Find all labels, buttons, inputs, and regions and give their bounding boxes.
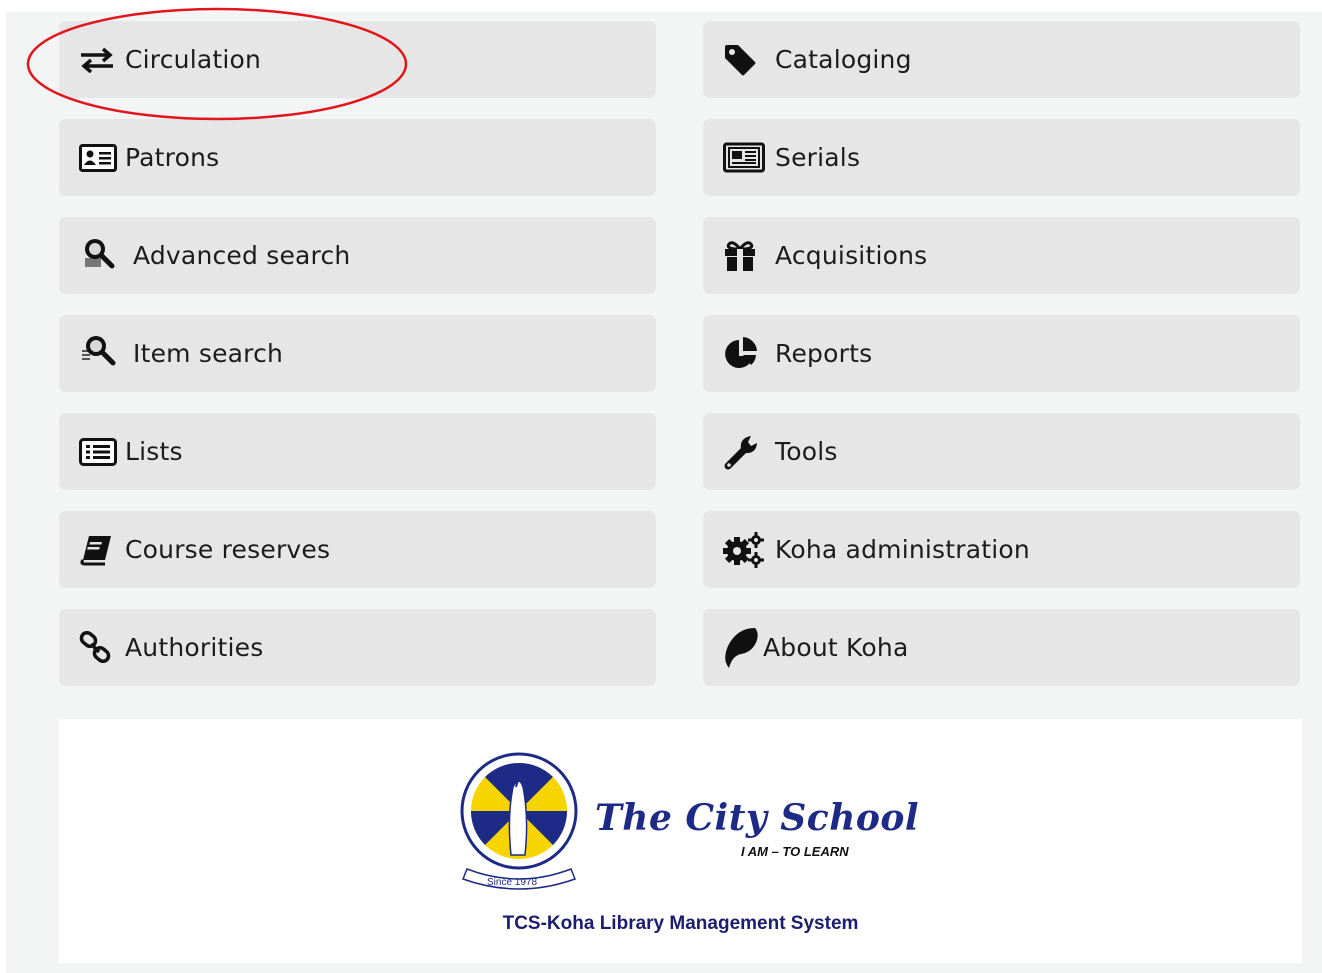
wrench-icon <box>723 434 775 470</box>
koha-logo-icon <box>723 627 763 668</box>
exchange-arrows-icon <box>79 42 125 78</box>
serials-label: Serials <box>775 143 861 172</box>
school-motto: I AM – TO LEARN <box>741 844 849 859</box>
tag-icon <box>723 42 775 78</box>
cataloging-label: Cataloging <box>775 45 912 74</box>
course-reserves-label: Course reserves <box>125 535 331 564</box>
advanced-search-button[interactable]: Advanced search <box>59 217 656 294</box>
reports-label: Reports <box>775 339 873 368</box>
gift-icon <box>723 238 775 274</box>
newspaper-icon <box>723 140 775 176</box>
item-search-label: Item search <box>133 339 284 368</box>
since-text: Since 1978 <box>487 877 538 888</box>
about-koha-label: About Koha <box>763 633 909 662</box>
magnifier-search-icon <box>81 236 133 276</box>
koha-administration-label: Koha administration <box>775 535 1030 564</box>
tools-button[interactable]: Tools <box>703 413 1300 490</box>
footer-logo-panel: Since 1978 The City School I AM – TO LEA… <box>59 719 1302 963</box>
circulation-label: Circulation <box>125 45 262 74</box>
page-background: Circulation Patrons Advanced search Item… <box>6 12 1322 973</box>
serials-button[interactable]: Serials <box>703 119 1300 196</box>
chain-link-icon <box>79 630 125 666</box>
course-reserves-button[interactable]: Course reserves <box>59 511 656 588</box>
authorities-label: Authorities <box>125 633 264 662</box>
acquisitions-button[interactable]: Acquisitions <box>703 217 1300 294</box>
acquisitions-label: Acquisitions <box>775 241 928 270</box>
cataloging-button[interactable]: Cataloging <box>703 21 1300 98</box>
system-name: TCS-Koha Library Management System <box>502 913 859 934</box>
patrons-label: Patrons <box>125 143 220 172</box>
authorities-button[interactable]: Authorities <box>59 609 656 686</box>
tools-label: Tools <box>775 437 838 466</box>
school-name: The City School <box>595 797 920 839</box>
patrons-button[interactable]: Patrons <box>59 119 656 196</box>
id-card-icon <box>79 140 125 176</box>
book-icon <box>79 532 125 568</box>
circulation-button[interactable]: Circulation <box>59 21 656 98</box>
school-logo: Since 1978 The City School I AM – TO LEA… <box>459 747 919 897</box>
reports-button[interactable]: Reports <box>703 315 1300 392</box>
pie-chart-icon <box>723 336 775 372</box>
lists-label: Lists <box>125 437 183 466</box>
koha-administration-button[interactable]: Koha administration <box>703 511 1300 588</box>
gears-icon <box>723 531 775 568</box>
lists-button[interactable]: Lists <box>59 413 656 490</box>
list-alt-icon <box>79 434 125 470</box>
about-koha-button[interactable]: About Koha <box>703 609 1300 686</box>
item-search-button[interactable]: Item search <box>59 315 656 392</box>
advanced-search-label: Advanced search <box>133 241 351 270</box>
magnifier-list-icon <box>81 334 133 374</box>
school-crest-icon <box>460 752 578 890</box>
